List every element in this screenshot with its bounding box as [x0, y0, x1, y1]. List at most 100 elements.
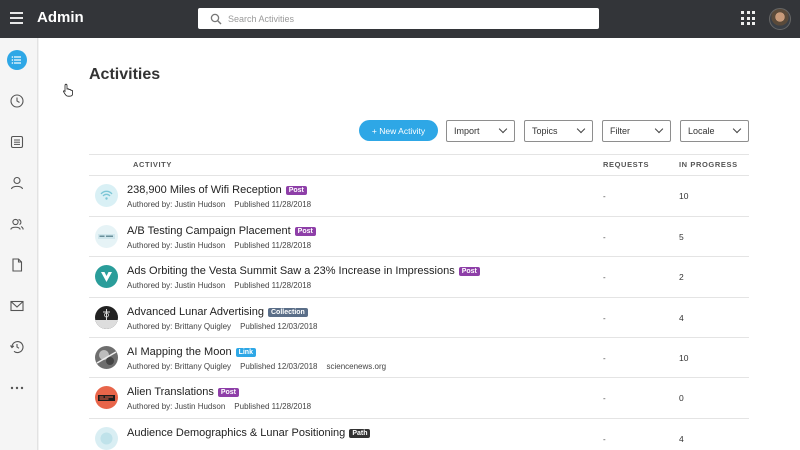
apps-grid-icon[interactable]: [741, 11, 755, 25]
activity-thumbnail: [95, 427, 118, 450]
activity-title-text: Audience Demographics & Lunar Positionin…: [127, 427, 346, 439]
type-badge: Post: [285, 186, 307, 195]
more-icon[interactable]: [7, 378, 27, 398]
type-badge: Post: [217, 388, 239, 397]
activity-thumbnail: [95, 306, 118, 329]
activity-meta: Authored by: Justin Hudson Published 11/2…: [127, 281, 320, 290]
activity-title-text: A/B Testing Campaign Placement: [127, 225, 291, 237]
in-progress-value: 10: [679, 191, 689, 201]
menu-icon[interactable]: [10, 12, 23, 24]
table-row[interactable]: Ads Orbiting the Vesta Summit Saw a 23% …: [89, 257, 749, 297]
activity-meta: Authored by: Brittany Quigley Published 1…: [127, 362, 395, 371]
user-icon[interactable]: [7, 173, 27, 193]
activity-meta: Authored by: Justin Hudson Published 11/2…: [127, 402, 320, 411]
activities-list-icon[interactable]: [7, 50, 27, 70]
requests-value: -: [603, 192, 606, 201]
activity-title[interactable]: Audience Demographics & Lunar Positionin…: [127, 427, 371, 439]
published-text: Published 12/03/2018: [240, 322, 318, 331]
author-text: Authored by: Justin Hudson: [127, 200, 226, 209]
top-bar: Admin: [0, 0, 800, 38]
type-badge: Path: [349, 429, 371, 438]
column-header-in-progress[interactable]: IN PROGRESS: [679, 160, 738, 169]
import-dropdown[interactable]: Import: [446, 120, 515, 142]
locale-dropdown-label: Locale: [688, 126, 715, 136]
activity-title-text: Ads Orbiting the Vesta Summit Saw a 23% …: [127, 265, 455, 277]
published-text: Published 12/03/2018: [240, 362, 318, 371]
search-input[interactable]: [228, 13, 588, 24]
column-header-requests[interactable]: REQUESTS: [603, 160, 649, 169]
in-progress-value: 4: [679, 434, 684, 444]
search-icon: [210, 13, 222, 24]
activity-thumbnail: [95, 225, 118, 248]
in-progress-value: 0: [679, 393, 684, 403]
published-text: Published 11/28/2018: [234, 402, 312, 411]
published-text: Published 11/28/2018: [234, 281, 312, 290]
activity-title[interactable]: Advanced Lunar Advertising Collection: [127, 306, 308, 318]
activity-meta: Authored by: Justin Hudson Published 11/2…: [127, 200, 320, 209]
chevron-down-icon: [498, 124, 508, 134]
activity-title-text: Alien Translations: [127, 386, 214, 398]
author-text: Authored by: Justin Hudson: [127, 241, 226, 250]
activity-meta: Authored by: Justin Hudson Published 11/2…: [127, 241, 320, 250]
topics-dropdown[interactable]: Topics: [524, 120, 593, 142]
author-text: Authored by: Justin Hudson: [127, 281, 226, 290]
author-text: Authored by: Brittany Quigley: [127, 322, 232, 331]
in-progress-value: 2: [679, 272, 684, 282]
hand-cursor-icon: [63, 83, 73, 97]
table-top-divider: [89, 154, 749, 155]
requests-value: -: [603, 273, 606, 282]
in-progress-value: 10: [679, 353, 689, 363]
search-box[interactable]: [198, 8, 599, 29]
table-row[interactable]: A/B Testing Campaign Placement Post Autho…: [89, 217, 749, 257]
in-progress-value: 4: [679, 313, 684, 323]
document-icon[interactable]: [7, 255, 27, 275]
activity-title[interactable]: Alien Translations Post: [127, 386, 239, 398]
activity-meta: Authored by: Brittany Quigley Published 1…: [127, 322, 326, 331]
table-row[interactable]: Audience Demographics & Lunar Positionin…: [89, 419, 749, 450]
locale-dropdown[interactable]: Locale: [680, 120, 749, 142]
activity-title[interactable]: 238,900 Miles of Wifi Reception Post: [127, 184, 307, 196]
type-badge: Link: [235, 348, 256, 357]
app-title: Admin: [37, 9, 84, 26]
table-row[interactable]: AI Mapping the Moon Link Authored by: Bri…: [89, 338, 749, 378]
requests-value: -: [603, 435, 606, 444]
table-row[interactable]: Advanced Lunar Advertising Collection Aut…: [89, 298, 749, 338]
history-icon[interactable]: [7, 337, 27, 357]
type-badge: Post: [458, 267, 480, 276]
in-progress-value: 5: [679, 232, 684, 242]
published-text: Published 11/28/2018: [234, 200, 312, 209]
author-text: Authored by: Justin Hudson: [127, 402, 226, 411]
filter-dropdown-label: Filter: [610, 126, 630, 136]
mail-icon[interactable]: [7, 296, 27, 316]
requests-value: -: [603, 233, 606, 242]
chevron-down-icon: [654, 124, 664, 134]
left-nav: [0, 38, 38, 450]
activity-title[interactable]: Ads Orbiting the Vesta Summit Saw a 23% …: [127, 265, 480, 277]
requests-value: -: [603, 354, 606, 363]
page-title: Activities: [89, 66, 161, 83]
table-row[interactable]: Alien Translations Post Authored by: Just…: [89, 378, 749, 418]
activity-title[interactable]: A/B Testing Campaign Placement Post: [127, 225, 316, 237]
clock-icon[interactable]: [7, 91, 27, 111]
import-dropdown-label: Import: [454, 126, 480, 136]
activity-title-text: Advanced Lunar Advertising: [127, 306, 264, 318]
column-header-activity[interactable]: ACTIVITY: [133, 160, 172, 169]
activity-thumbnail: [95, 265, 118, 288]
activity-title-text: AI Mapping the Moon: [127, 346, 232, 358]
table-row[interactable]: 238,900 Miles of Wifi Reception Post Auth…: [89, 176, 749, 216]
author-text: Authored by: Brittany Quigley: [127, 362, 232, 371]
published-text: Published 11/28/2018: [234, 241, 312, 250]
list-box-icon[interactable]: [7, 132, 27, 152]
user-avatar[interactable]: [769, 8, 791, 30]
activity-thumbnail: [95, 386, 118, 409]
topics-dropdown-label: Topics: [532, 126, 558, 136]
activity-title[interactable]: AI Mapping the Moon Link: [127, 346, 256, 358]
source-text: sciencenews.org: [326, 362, 387, 371]
chevron-down-icon: [732, 124, 742, 134]
requests-value: -: [603, 314, 606, 323]
filter-dropdown[interactable]: Filter: [602, 120, 671, 142]
users-icon[interactable]: [7, 214, 27, 234]
activity-thumbnail: [95, 184, 118, 207]
new-activity-button[interactable]: + New Activity: [359, 120, 438, 141]
activity-thumbnail: [95, 346, 118, 369]
